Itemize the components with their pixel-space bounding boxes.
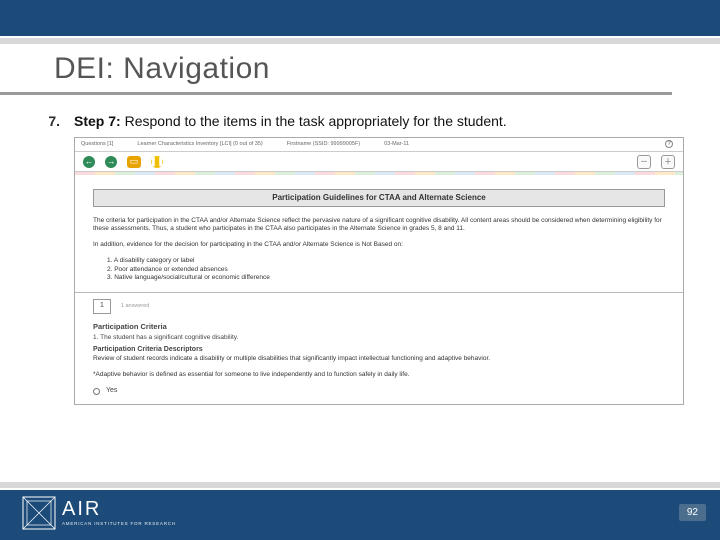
- step-text: Step 7: Respond to the items in the task…: [74, 113, 684, 405]
- zoom-in-icon[interactable]: ＋: [661, 155, 675, 169]
- embedded-screenshot: Questions [1] Learner Characteristics In…: [74, 137, 684, 405]
- answered-label: 1 answered: [121, 303, 149, 310]
- inventory-label: Learner Characteristics Inventory [LCI] …: [137, 141, 262, 148]
- criteria-descriptor-1: Review of student records indicate a dis…: [93, 355, 665, 363]
- screenshot-header: Questions [1] Learner Characteristics In…: [75, 138, 683, 152]
- list-item: 3. Native language/social/cultural or ec…: [107, 274, 665, 282]
- logo-sub-text: AMERICAN INSTITUTES FOR RESEARCH: [62, 522, 176, 527]
- body-area: 7. Step 7: Respond to the items in the t…: [0, 95, 720, 405]
- page-number: 92: [679, 504, 706, 521]
- step-number: 7.: [42, 113, 60, 405]
- back-icon[interactable]: ←: [83, 156, 95, 168]
- logo-mark-icon: [22, 496, 56, 530]
- firstname-label: Firstname (SSID: 99999005F): [287, 141, 360, 148]
- question-number-box: 1: [93, 299, 111, 314]
- toolbar-right: － ＋: [637, 155, 675, 169]
- answer-yes-label: Yes: [106, 387, 117, 396]
- questions-label: Questions [1]: [81, 141, 113, 148]
- save-icon[interactable]: ▭: [127, 156, 141, 168]
- list-item: 1. A disability category or label: [107, 257, 665, 265]
- list-item: 2. Poor attendance or extended absences: [107, 266, 665, 274]
- criteria-title: Participation Criteria: [93, 322, 665, 331]
- not-based-on-list: 1. A disability category or label 2. Poo…: [93, 257, 665, 281]
- footer-grey-bar: [0, 482, 720, 488]
- title-area: DEI: Navigation: [0, 44, 672, 95]
- step-desc: Respond to the items in the task appropr…: [121, 113, 507, 129]
- step-label: Step 7:: [74, 113, 121, 129]
- criteria-descriptors-title: Participation Criteria Descriptors: [93, 346, 665, 355]
- answer-row: Yes: [93, 387, 665, 396]
- zoom-out-icon[interactable]: －: [637, 155, 651, 169]
- date-label: 03-Mar-11: [384, 141, 409, 148]
- top-navy-bar: [0, 0, 720, 36]
- color-divider: [75, 172, 683, 175]
- screenshot-toolbar: ← → ▭ ❚❚ － ＋: [75, 152, 683, 172]
- criteria-descriptor-2: *Adaptive behavior is defined as essenti…: [93, 371, 665, 379]
- criteria-line: 1. The student has a significant cogniti…: [93, 334, 665, 342]
- logo: AIR AMERICAN INSTITUTES FOR RESEARCH: [22, 496, 176, 530]
- step-row: 7. Step 7: Respond to the items in the t…: [42, 113, 684, 405]
- guidelines-banner: Participation Guidelines for CTAA and Al…: [93, 189, 665, 207]
- paragraph-1: The criteria for participation in the CT…: [93, 217, 665, 233]
- forward-icon[interactable]: →: [105, 156, 117, 168]
- help-icon[interactable]: ?: [665, 140, 673, 148]
- logo-main-text: AIR: [62, 499, 176, 519]
- screenshot-content: Participation Guidelines for CTAA and Al…: [75, 175, 683, 404]
- footer: AIR AMERICAN INSTITUTES FOR RESEARCH 92: [0, 482, 720, 540]
- paragraph-2: In addition, evidence for the decision f…: [93, 241, 665, 249]
- logo-text: AIR AMERICAN INSTITUTES FOR RESEARCH: [62, 499, 176, 527]
- radio-icon[interactable]: [93, 388, 100, 395]
- pause-icon[interactable]: ❚❚: [151, 156, 163, 168]
- page-title: DEI: Navigation: [54, 52, 672, 86]
